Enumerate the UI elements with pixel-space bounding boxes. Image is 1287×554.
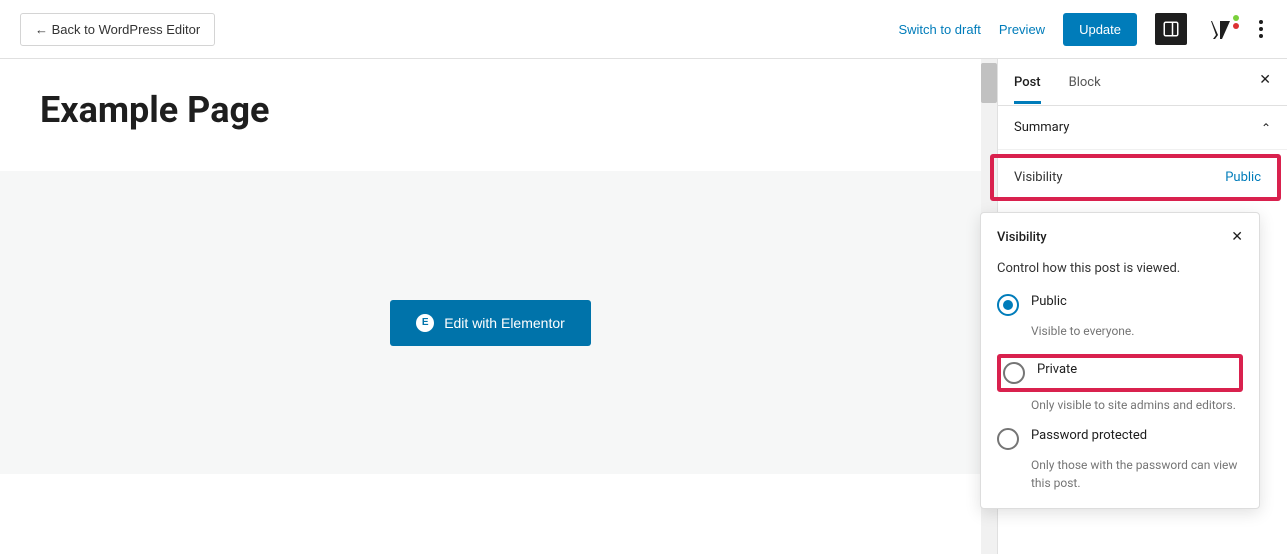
- option-label: Password protected: [1031, 428, 1147, 443]
- option-label: Private: [1037, 362, 1077, 377]
- edit-with-elementor-button[interactable]: E Edit with Elementor: [390, 300, 591, 346]
- main-layout: Example Page E Edit with Elementor Post …: [0, 59, 1287, 554]
- top-bar: ← Back to WordPress Editor Switch to dra…: [0, 0, 1287, 59]
- radio-empty-icon: [1003, 362, 1025, 384]
- settings-panel-toggle-icon[interactable]: [1155, 13, 1187, 45]
- close-sidebar-icon[interactable]: ✕: [1259, 73, 1271, 87]
- elementor-btn-label: Edit with Elementor: [444, 315, 565, 331]
- popover-close-icon[interactable]: ✕: [1231, 229, 1243, 245]
- popover-title: Visibility: [997, 230, 1047, 245]
- preview-button[interactable]: Preview: [999, 22, 1045, 37]
- back-to-editor-button[interactable]: ← Back to WordPress Editor: [20, 13, 215, 46]
- radio-empty-icon: [997, 428, 1019, 450]
- summary-panel: Summary ⌃: [998, 106, 1287, 150]
- chevron-up-icon: ⌃: [1261, 121, 1271, 135]
- switch-to-draft-button[interactable]: Switch to draft: [898, 22, 980, 37]
- top-actions: Switch to draft Preview Update: [898, 13, 1267, 46]
- option-label: Public: [1031, 294, 1067, 309]
- radio-selected-icon: [997, 294, 1019, 316]
- visibility-option-private[interactable]: Private: [1003, 362, 1237, 384]
- highlight-private-option: Private: [997, 354, 1243, 392]
- yoast-seo-icon[interactable]: [1205, 13, 1237, 45]
- editor-area: Example Page E Edit with Elementor: [0, 59, 997, 554]
- visibility-value[interactable]: Public: [1225, 170, 1261, 185]
- option-desc-password: Only those with the password can view th…: [1031, 456, 1243, 492]
- tab-block[interactable]: Block: [1069, 61, 1101, 104]
- summary-label: Summary: [1014, 120, 1069, 135]
- update-button[interactable]: Update: [1063, 13, 1137, 46]
- sidebar-tabs: Post Block ✕: [998, 59, 1287, 106]
- elementor-logo-icon: E: [416, 314, 434, 332]
- visibility-option-password[interactable]: Password protected: [997, 428, 1243, 450]
- yoast-status-dot-red: [1233, 23, 1239, 29]
- option-desc-private: Only visible to site admins and editors.: [1031, 396, 1243, 414]
- canvas-area: E Edit with Elementor: [0, 171, 981, 474]
- highlight-visibility-row: Visibility Public: [990, 154, 1281, 201]
- option-desc-public: Visible to everyone.: [1031, 322, 1243, 340]
- visibility-label: Visibility: [1014, 170, 1063, 185]
- summary-panel-header[interactable]: Summary ⌃: [1014, 120, 1271, 135]
- yoast-status-dot-green: [1233, 15, 1239, 21]
- visibility-popover: Visibility ✕ Control how this post is vi…: [980, 212, 1260, 509]
- tab-post[interactable]: Post: [1014, 61, 1041, 104]
- visibility-row[interactable]: Visibility Public: [998, 158, 1277, 197]
- more-options-icon[interactable]: [1255, 16, 1267, 42]
- popover-description: Control how this post is viewed.: [997, 261, 1243, 276]
- settings-sidebar: Post Block ✕ Summary ⌃ Visibility Public…: [997, 59, 1287, 554]
- popover-header: Visibility ✕: [997, 229, 1243, 245]
- visibility-option-public[interactable]: Public: [997, 294, 1243, 316]
- page-title[interactable]: Example Page: [0, 59, 997, 171]
